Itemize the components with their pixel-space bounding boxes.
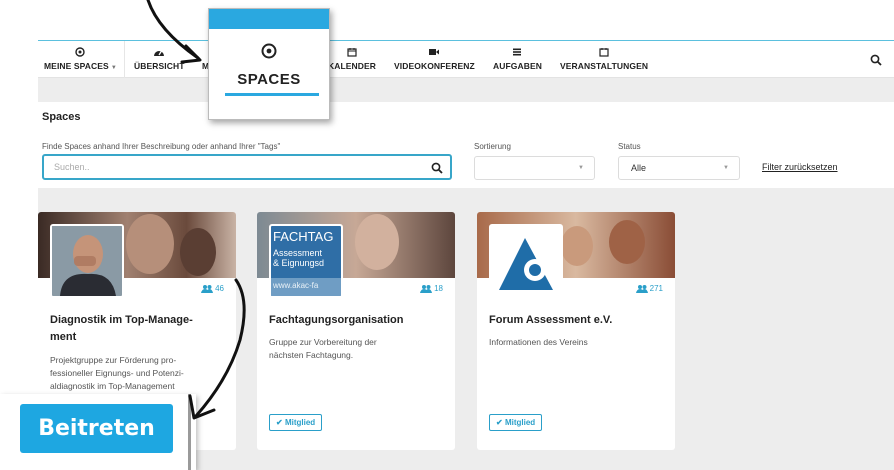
member-badge: ✔ Mitglied (489, 414, 543, 431)
space-title: Forum Assessment e.V. (489, 314, 613, 326)
nav-item-veranstaltungen[interactable]: VERANSTALTUNGEN (560, 47, 648, 72)
member-count-value: 46 (215, 284, 224, 293)
logo-text: Assessment (273, 248, 323, 258)
check-icon: ✔ (496, 418, 503, 427)
space-description: Gruppe zur Vorbereitung der nächsten Fac… (269, 336, 445, 362)
logo-text: www.akac-fa (273, 281, 319, 290)
sort-select[interactable]: ▼ (474, 156, 595, 180)
description-line: Gruppe zur Vorbereitung der (269, 337, 377, 347)
space-description: Projektgruppe zur Förderung pro- fession… (50, 354, 226, 393)
video-icon (394, 47, 475, 59)
nav-divider (124, 41, 125, 78)
member-badge-label: Mitglied (504, 418, 536, 427)
calendar-icon (328, 47, 376, 59)
nav-item-uebersicht[interactable]: ÜBERSICHT (134, 47, 185, 72)
space-description: Informationen des Vereins (489, 336, 665, 349)
space-title-line: Diagnostik im Top-Manage- (50, 314, 193, 326)
nav-label: ÜBERSICHT (134, 61, 185, 71)
caret-down-icon: ▼ (110, 65, 117, 71)
page-title: Spaces (42, 111, 81, 123)
description-line: aldiagnostik im Top-Management (50, 381, 175, 391)
space-logo (50, 224, 124, 298)
nav-label: VERANSTALTUNGEN (560, 61, 649, 71)
chevron-down-icon: ▼ (723, 165, 729, 171)
users-icon (635, 285, 648, 293)
nav-label: KALENDER (328, 61, 377, 71)
calendar-icon (560, 47, 648, 59)
member-count-value: 271 (649, 284, 663, 293)
active-underline (225, 93, 319, 96)
logo-text: & Eignungsd (273, 258, 325, 268)
space-title-line: ment (50, 331, 77, 343)
description-line: Projektgruppe zur Förderung pro- (50, 355, 177, 365)
target-icon (44, 47, 117, 59)
callout-accent-bar (209, 9, 329, 29)
search-input[interactable]: Suchen.. (42, 154, 452, 180)
search-label: Finde Spaces anhand Ihrer Beschreibung o… (42, 142, 281, 151)
spaces-zoom-callout: SPACES (208, 8, 330, 120)
sort-label: Sortierung (474, 142, 511, 151)
description-line: fessioneller Eignungs- und Potenzi- (50, 368, 184, 378)
member-count: 271 (635, 284, 663, 293)
nav-label: MEINE SPACES (44, 61, 109, 71)
description-line: Informationen des Vereins (489, 337, 588, 347)
nav-item-meine-spaces[interactable]: MEINE SPACES ▼ (44, 47, 117, 74)
top-navigation: MEINE SPACES ▼ ÜBERSICHT M KALENDER VIDEO… (38, 40, 894, 78)
chevron-down-icon: ▼ (578, 165, 584, 171)
space-logo (489, 224, 563, 298)
search-placeholder: Suchen.. (54, 162, 90, 172)
status-label: Status (618, 142, 641, 151)
check-icon: ✔ (276, 418, 283, 427)
page: MEINE SPACES ▼ ÜBERSICHT M KALENDER VIDEO… (0, 0, 894, 470)
member-count-value: 18 (434, 284, 443, 293)
target-icon (261, 43, 277, 59)
nav-item-videokonferenz[interactable]: VIDEOKONFERENZ (394, 47, 475, 72)
dashboard-icon (134, 47, 185, 59)
status-value: Alle (631, 163, 647, 173)
nav-label: VIDEOKONFERENZ (394, 61, 475, 71)
callout-divider (188, 394, 191, 470)
reset-filter-link[interactable]: Filter zurücksetzen (762, 162, 838, 172)
space-logo: FACHTAG Assessment & Eignungsd www.akac-… (269, 224, 343, 298)
status-select[interactable]: Alle ▼ (618, 156, 740, 180)
spaces-callout-label[interactable]: SPACES (209, 71, 329, 88)
nav-item-aufgaben[interactable]: AUFGABEN (493, 47, 542, 72)
join-button[interactable]: Beitreten (20, 404, 173, 453)
space-title: Diagnostik im Top-Manage- ment (50, 312, 230, 346)
users-icon (420, 285, 433, 293)
nav-label: AUFGABEN (493, 61, 542, 71)
space-card[interactable]: FACHTAG Assessment & Eignungsd www.akac-… (257, 212, 455, 450)
member-badge-label: Mitglied (284, 418, 316, 427)
member-count: 46 (201, 284, 224, 293)
nav-item-kalender[interactable]: KALENDER (328, 47, 376, 72)
member-badge: ✔ Mitglied (269, 414, 323, 431)
description-line: nächsten Fachtagung. (269, 350, 354, 360)
users-icon (201, 285, 214, 293)
member-count: 18 (420, 284, 443, 293)
logo-text: FACHTAG (273, 229, 334, 244)
search-icon[interactable] (870, 53, 882, 66)
search-icon[interactable] (431, 161, 443, 174)
space-title: Fachtagungsorganisation (269, 314, 404, 326)
join-button-callout: Beitreten (0, 394, 196, 470)
filter-panel: Spaces Finde Spaces anhand Ihrer Beschre… (38, 102, 894, 188)
space-card[interactable]: 271 Forum Assessment e.V. Informationen … (477, 212, 675, 450)
list-icon (493, 47, 542, 59)
